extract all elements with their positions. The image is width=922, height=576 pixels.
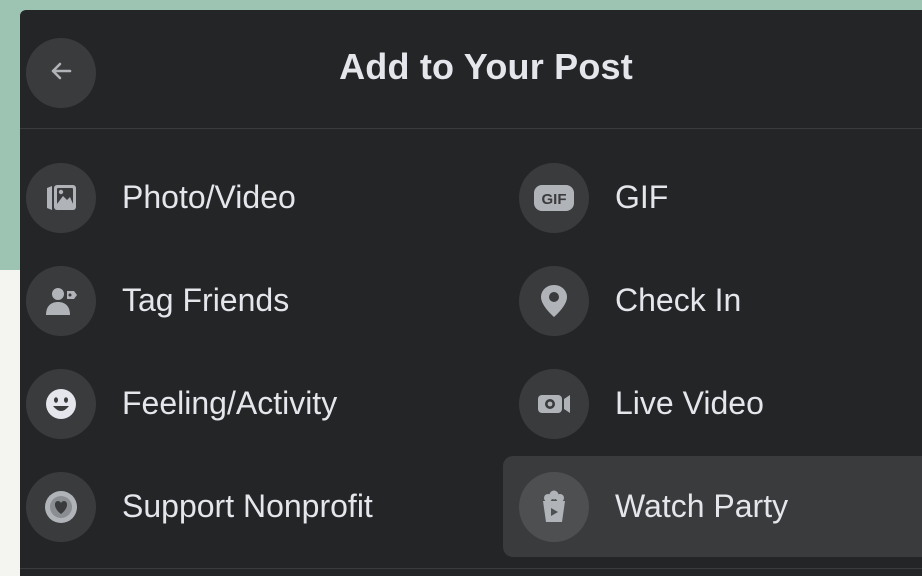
video-camera-icon xyxy=(519,368,589,439)
gif-icon: GIF xyxy=(519,162,589,233)
option-label: GIF xyxy=(615,179,669,215)
option-label: Watch Party xyxy=(615,488,789,524)
option-label: Support Nonprofit xyxy=(122,488,373,524)
smiley-icon xyxy=(26,368,96,439)
add-to-post-dialog: Add to Your Post Photo/Video GIF GIF Tag… xyxy=(20,10,922,576)
option-watch-party[interactable]: Watch Party xyxy=(519,455,788,558)
dialog-title: Add to Your Post xyxy=(339,46,633,87)
option-photo-video[interactable]: Photo/Video xyxy=(26,146,296,249)
option-feeling-activity[interactable]: Feeling/Activity xyxy=(26,352,337,455)
svg-text:GIF: GIF xyxy=(542,191,567,208)
option-label: Check In xyxy=(615,282,742,318)
option-label: Photo/Video xyxy=(122,179,296,215)
photo-video-icon xyxy=(26,162,96,233)
popcorn-icon xyxy=(519,471,589,542)
location-pin-icon xyxy=(519,265,589,336)
option-live-video[interactable]: Live Video xyxy=(519,352,764,455)
tag-friends-icon xyxy=(26,265,96,336)
heart-coin-icon xyxy=(26,471,96,542)
option-label: Feeling/Activity xyxy=(122,385,338,421)
option-gif[interactable]: GIF GIF xyxy=(519,146,668,249)
dialog-header: Add to Your Post xyxy=(20,10,922,129)
option-support-nonprofit[interactable]: Support Nonprofit xyxy=(26,455,373,558)
option-tag-friends[interactable]: Tag Friends xyxy=(26,249,289,352)
option-label: Live Video xyxy=(615,385,764,421)
option-check-in[interactable]: Check In xyxy=(519,249,741,352)
divider xyxy=(20,568,922,569)
option-label: Tag Friends xyxy=(122,282,290,318)
